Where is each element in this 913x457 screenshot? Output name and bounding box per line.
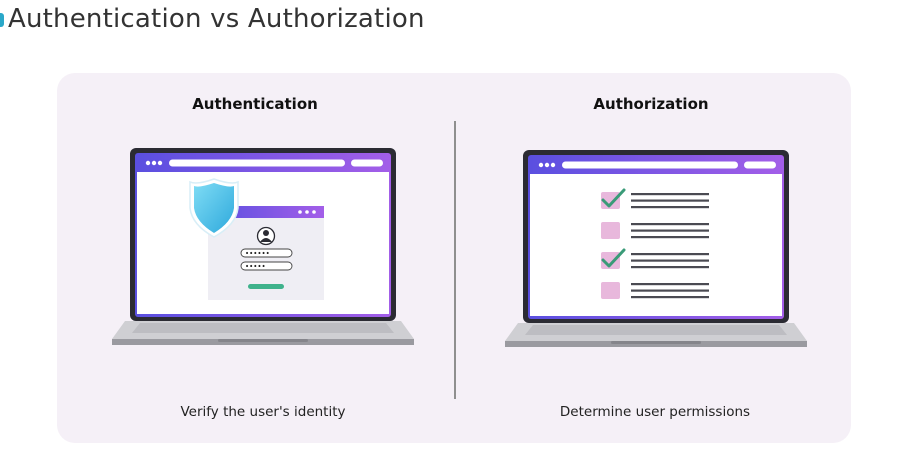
password-dots-2: •••••	[245, 263, 266, 271]
permission-text-line	[631, 206, 709, 209]
checkbox-unchecked	[601, 222, 620, 239]
permission-text-line	[631, 193, 709, 196]
permission-text-line	[631, 236, 709, 239]
page-title: Authentication vs Authorization	[8, 4, 425, 34]
permission-text-line	[631, 199, 709, 202]
checkbox-unchecked	[601, 282, 620, 299]
permission-text-line	[631, 296, 709, 299]
authentication-heading: Authentication	[192, 95, 318, 113]
column-divider	[454, 121, 456, 399]
permission-text-line	[631, 253, 709, 256]
password-dots-1: ••••••	[245, 250, 270, 258]
authentication-laptop-illustration: •••••• •••••	[112, 148, 414, 345]
permission-item	[601, 222, 709, 239]
authorization-laptop-illustration	[505, 150, 807, 347]
permission-item	[601, 282, 709, 299]
permission-text-line	[631, 289, 709, 292]
authorization-caption: Determine user permissions	[559, 404, 751, 420]
permission-text-line	[631, 266, 709, 269]
title-accent-mark	[0, 13, 4, 27]
authentication-caption: Verify the user's identity	[180, 404, 346, 420]
login-button	[248, 284, 284, 289]
permission-text-line	[631, 223, 709, 226]
authorization-heading: Authorization	[593, 95, 709, 113]
permission-text-line	[631, 283, 709, 286]
permission-text-line	[631, 259, 709, 262]
laptop-base	[505, 323, 807, 347]
permission-text-line	[631, 229, 709, 232]
laptop-base	[112, 321, 414, 345]
